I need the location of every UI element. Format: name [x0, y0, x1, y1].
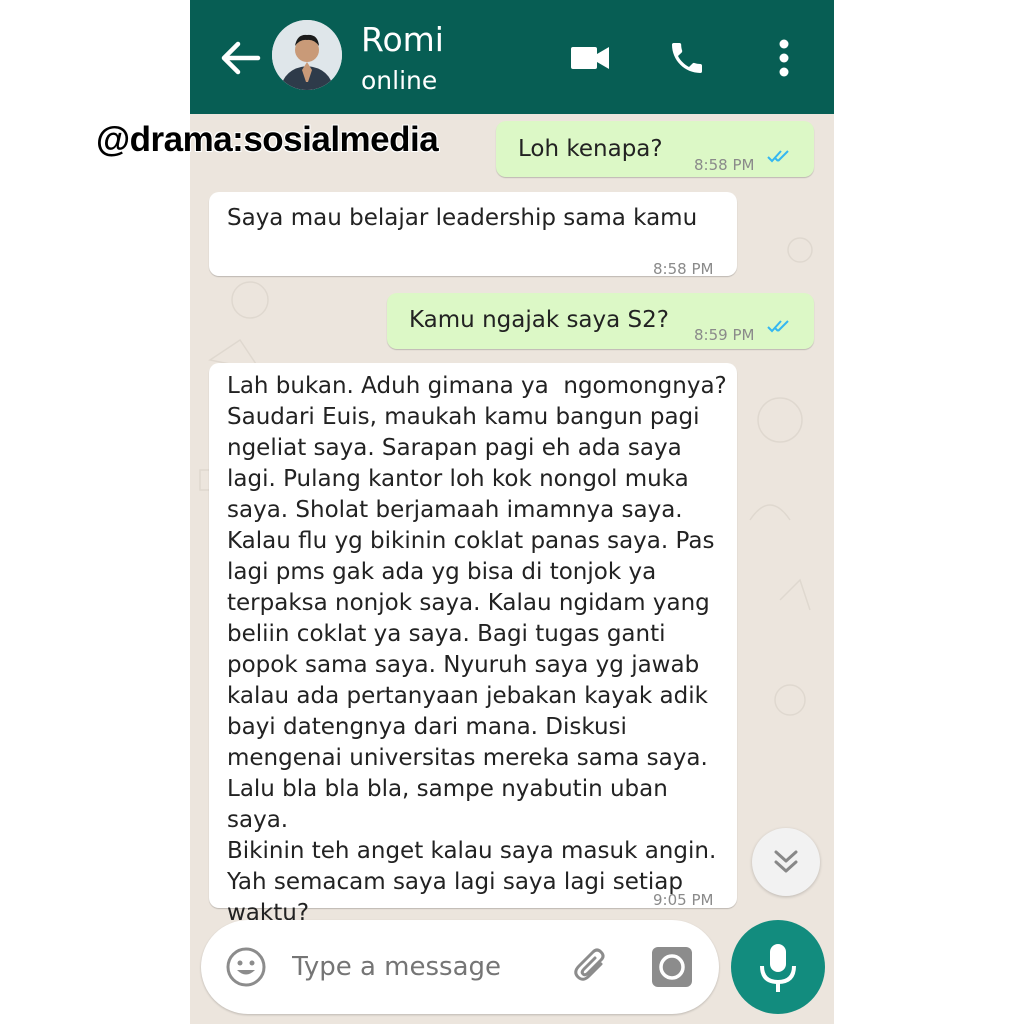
chat-header: Romi online — [190, 0, 834, 114]
watermark-handle: @drama:sosialmedia — [96, 120, 439, 159]
message-time: 8:58 PM — [694, 156, 755, 174]
message-text: Saya mau belajar leadership sama kamu — [227, 205, 698, 231]
phone-call-icon[interactable] — [667, 38, 707, 78]
message-incoming[interactable]: Saya mau belajar leadership sama kamu 8:… — [209, 192, 737, 278]
more-options-icon[interactable] — [778, 38, 790, 78]
emoji-icon[interactable] — [225, 946, 267, 988]
message-incoming[interactable]: Lah bukan. Aduh gimana ya ngomongnya? Sa… — [209, 363, 737, 926]
contact-avatar[interactable] — [272, 20, 342, 90]
avatar-picture — [272, 20, 342, 90]
message-outgoing[interactable]: Loh kenapa? 8:58 PM — [496, 121, 814, 177]
mic-icon — [760, 944, 796, 992]
double-chevron-down-icon — [774, 850, 798, 873]
message-text: Lah bukan. Aduh gimana ya ngomongnya? Sa… — [227, 373, 727, 926]
read-ticks-icon — [767, 150, 789, 163]
mic-button[interactable] — [731, 920, 825, 1014]
message-text: Loh kenapa? — [518, 136, 663, 162]
read-ticks-icon — [767, 320, 789, 333]
contact-name[interactable]: Romi — [361, 20, 444, 59]
scroll-to-bottom-button[interactable] — [752, 828, 820, 896]
back-arrow-icon[interactable] — [218, 38, 262, 78]
message-time: 9:05 PM — [653, 891, 714, 909]
contact-status: online — [361, 66, 438, 95]
message-text: Kamu ngajak saya S2? — [409, 307, 669, 333]
message-time: 8:59 PM — [694, 326, 755, 344]
message-time: 8:58 PM — [653, 260, 714, 278]
message-outgoing[interactable]: Kamu ngajak saya S2? 8:59 PM — [387, 293, 814, 349]
attach-icon[interactable] — [571, 944, 613, 986]
video-call-icon[interactable] — [570, 44, 610, 72]
camera-icon[interactable] — [649, 944, 695, 990]
message-input[interactable] — [292, 952, 552, 982]
